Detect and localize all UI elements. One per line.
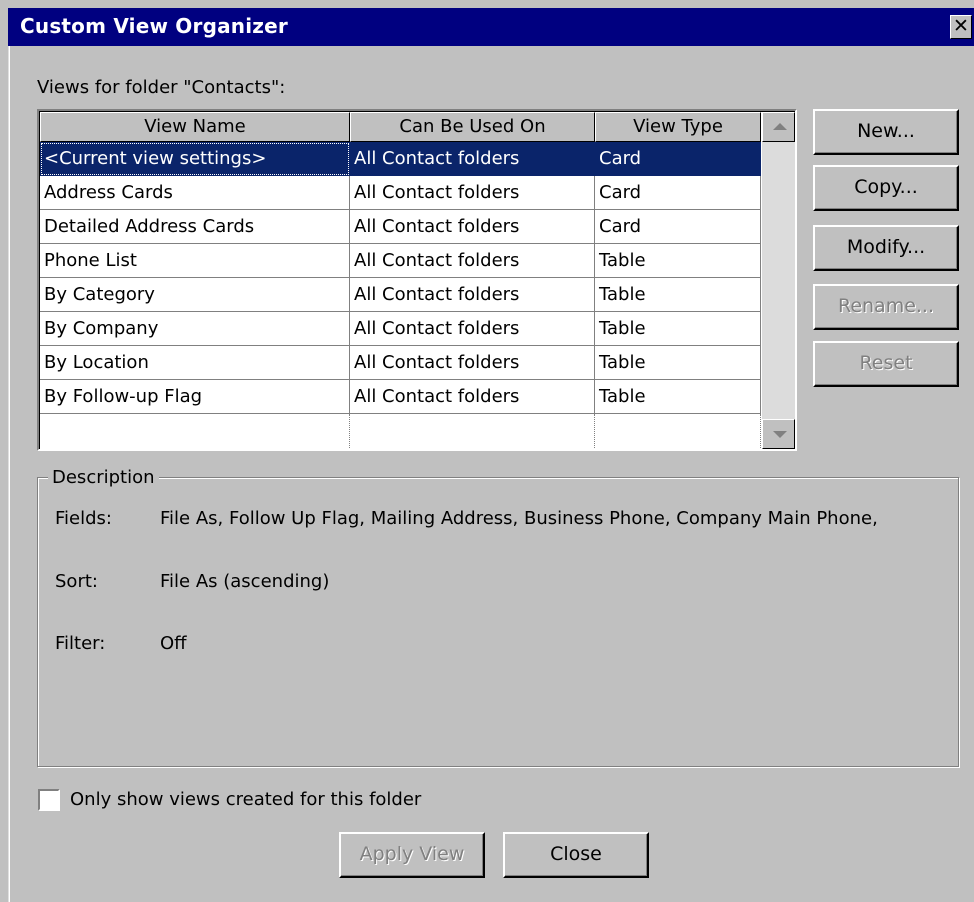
table-row[interactable]: By Company All Contact folders Table [40, 312, 761, 346]
table-row[interactable]: Detailed Address Cards All Contact folde… [40, 210, 761, 244]
column-header-view-type[interactable]: View Type [595, 112, 761, 142]
cell-can-be-used-on: All Contact folders [350, 380, 595, 414]
copy-button[interactable]: Copy... [813, 165, 959, 211]
close-window-button[interactable]: ✕ [950, 15, 972, 39]
views-for-folder-label: Views for folder "Contacts": [37, 77, 286, 98]
cell-can-be-used-on: All Contact folders [350, 210, 595, 244]
cell-view-name: By Company [40, 312, 350, 346]
scroll-down-button[interactable] [762, 419, 795, 449]
cell-view-name: Phone List [40, 244, 350, 278]
cell-view-name: Address Cards [40, 176, 350, 210]
cell-can-be-used-on: All Contact folders [350, 278, 595, 312]
cell-view-type: Table [595, 312, 761, 346]
table-row[interactable]: By Follow-up Flag All Contact folders Ta… [40, 380, 761, 414]
cell-view-name: Detailed Address Cards [40, 210, 350, 244]
table-row[interactable]: By Category All Contact folders Table [40, 278, 761, 312]
table-row[interactable]: Address Cards All Contact folders Card [40, 176, 761, 210]
cell-can-be-used-on: All Contact folders [350, 346, 595, 380]
close-icon: ✕ [953, 15, 969, 37]
title-bar: Custom View Organizer ✕ [8, 8, 974, 46]
cell-view-type: Table [595, 346, 761, 380]
cell-view-type: Card [595, 142, 761, 176]
table-row[interactable]: By Location All Contact folders Table [40, 346, 761, 380]
table-row[interactable]: <Current view settings> All Contact fold… [40, 142, 761, 176]
cell-view-type: Card [595, 210, 761, 244]
new-button[interactable]: New... [813, 109, 959, 155]
sort-value: File As (ascending) [160, 571, 330, 592]
up-arrow-icon [773, 123, 787, 130]
cell-can-be-used-on: All Contact folders [350, 176, 595, 210]
description-title: Description [48, 467, 159, 488]
vertical-scrollbar[interactable] [762, 112, 795, 449]
cell-view-type: Card [595, 176, 761, 210]
cell-view-name: <Current view settings> [40, 142, 350, 176]
filter-label: Filter: [55, 633, 106, 654]
rename-button[interactable]: Rename... [813, 284, 959, 330]
modify-button[interactable]: Modify... [813, 225, 959, 271]
cell-empty [350, 414, 595, 448]
cell-can-be-used-on: All Contact folders [350, 312, 595, 346]
cell-can-be-used-on: All Contact folders [350, 142, 595, 176]
cell-view-type: Table [595, 244, 761, 278]
cell-empty [595, 414, 761, 448]
table-row[interactable]: Phone List All Contact folders Table [40, 244, 761, 278]
only-show-views-checkbox[interactable] [38, 789, 60, 811]
column-header-view-name[interactable]: View Name [40, 112, 350, 142]
cell-view-type: Table [595, 278, 761, 312]
filter-value: Off [160, 633, 187, 654]
sort-label: Sort: [55, 571, 98, 592]
down-arrow-icon [773, 431, 787, 438]
only-show-views-label[interactable]: Only show views created for this folder [70, 789, 421, 810]
cell-view-type: Table [595, 380, 761, 414]
views-list[interactable]: View Name Can Be Used On View Type <Curr… [37, 109, 797, 451]
fields-value: File As, Follow Up Flag, Mailing Address… [160, 508, 878, 529]
cell-view-name: By Location [40, 346, 350, 380]
fields-label: Fields: [55, 508, 112, 529]
close-button[interactable]: Close [503, 832, 649, 878]
column-header-can-be-used-on[interactable]: Can Be Used On [350, 112, 595, 142]
cell-view-name: By Category [40, 278, 350, 312]
cell-view-name: By Follow-up Flag [40, 380, 350, 414]
table-row-empty[interactable] [40, 414, 761, 448]
cell-can-be-used-on: All Contact folders [350, 244, 595, 278]
reset-button[interactable]: Reset [813, 341, 959, 387]
cell-empty [40, 414, 350, 448]
apply-view-button[interactable]: Apply View [339, 832, 485, 878]
scroll-up-button[interactable] [762, 112, 795, 142]
window-title: Custom View Organizer [20, 14, 288, 38]
